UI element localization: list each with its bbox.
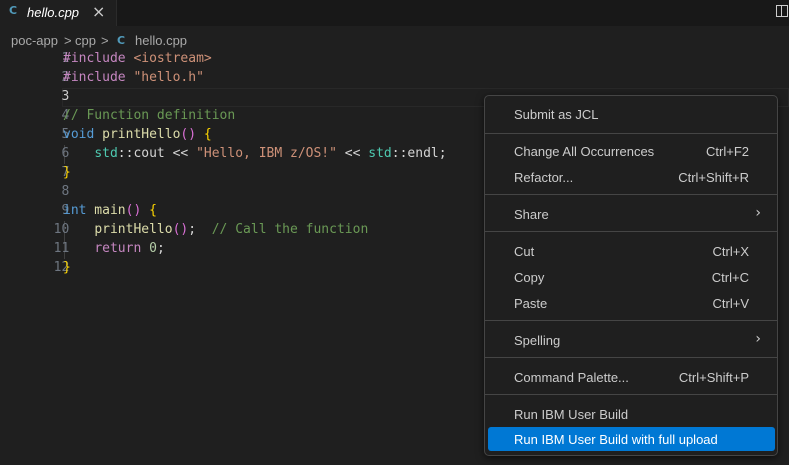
code-line: 2 #include "hello.h" xyxy=(0,69,789,88)
tab-label: hello.cpp xyxy=(27,5,80,20)
menu-item-run-ibm-user-build[interactable]: Run IBM User Build xyxy=(488,402,775,426)
breadcrumb-folder[interactable]: cpp xyxy=(75,33,96,48)
menu-separator xyxy=(485,133,777,134)
menu-item-share[interactable]: Share › xyxy=(488,202,775,226)
chevron-right-icon: > xyxy=(101,33,109,48)
tab-hello-cpp[interactable]: C hello.cpp × xyxy=(0,0,117,26)
line-number: 8 xyxy=(61,184,70,199)
menu-item-spelling[interactable]: Spelling › xyxy=(488,328,775,352)
context-menu: Submit as JCL Change All Occurrences Ctrl… xyxy=(484,95,778,456)
menu-separator xyxy=(485,194,777,195)
menu-item-submit-as-jcl[interactable]: Submit as JCL xyxy=(488,102,775,126)
menu-separator xyxy=(485,231,777,232)
c-file-icon: C xyxy=(117,34,126,47)
menu-item-run-ibm-user-build-full-upload[interactable]: Run IBM User Build with full upload xyxy=(488,427,775,451)
breadcrumb-file[interactable]: hello.cpp xyxy=(135,33,187,48)
chevron-right-icon: › xyxy=(755,331,761,347)
menu-item-cut[interactable]: Cut Ctrl+X xyxy=(488,239,775,263)
breadcrumb-root[interactable]: poc-app xyxy=(11,33,58,48)
chevron-right-icon: > xyxy=(64,33,72,48)
menu-separator xyxy=(485,357,777,358)
menu-item-refactor[interactable]: Refactor... Ctrl+Shift+R xyxy=(488,165,775,189)
c-file-icon: C xyxy=(9,4,18,17)
menu-item-copy[interactable]: Copy Ctrl+C xyxy=(488,265,775,289)
chevron-right-icon: › xyxy=(755,205,761,221)
menu-item-change-all-occurrences[interactable]: Change All Occurrences Ctrl+F2 xyxy=(488,139,775,163)
menu-separator xyxy=(485,394,777,395)
split-editor-icon[interactable] xyxy=(776,5,788,17)
code-line: 1 #include <iostream> xyxy=(0,50,789,69)
breadcrumb: poc-app > cpp > C hello.cpp xyxy=(0,28,789,52)
menu-separator xyxy=(485,320,777,321)
tab-bar: C hello.cpp × xyxy=(0,0,789,26)
menu-item-command-palette[interactable]: Command Palette... Ctrl+Shift+P xyxy=(488,365,775,389)
close-icon[interactable]: × xyxy=(92,2,105,21)
menu-item-paste[interactable]: Paste Ctrl+V xyxy=(488,291,775,315)
line-number: 3 xyxy=(61,89,70,104)
